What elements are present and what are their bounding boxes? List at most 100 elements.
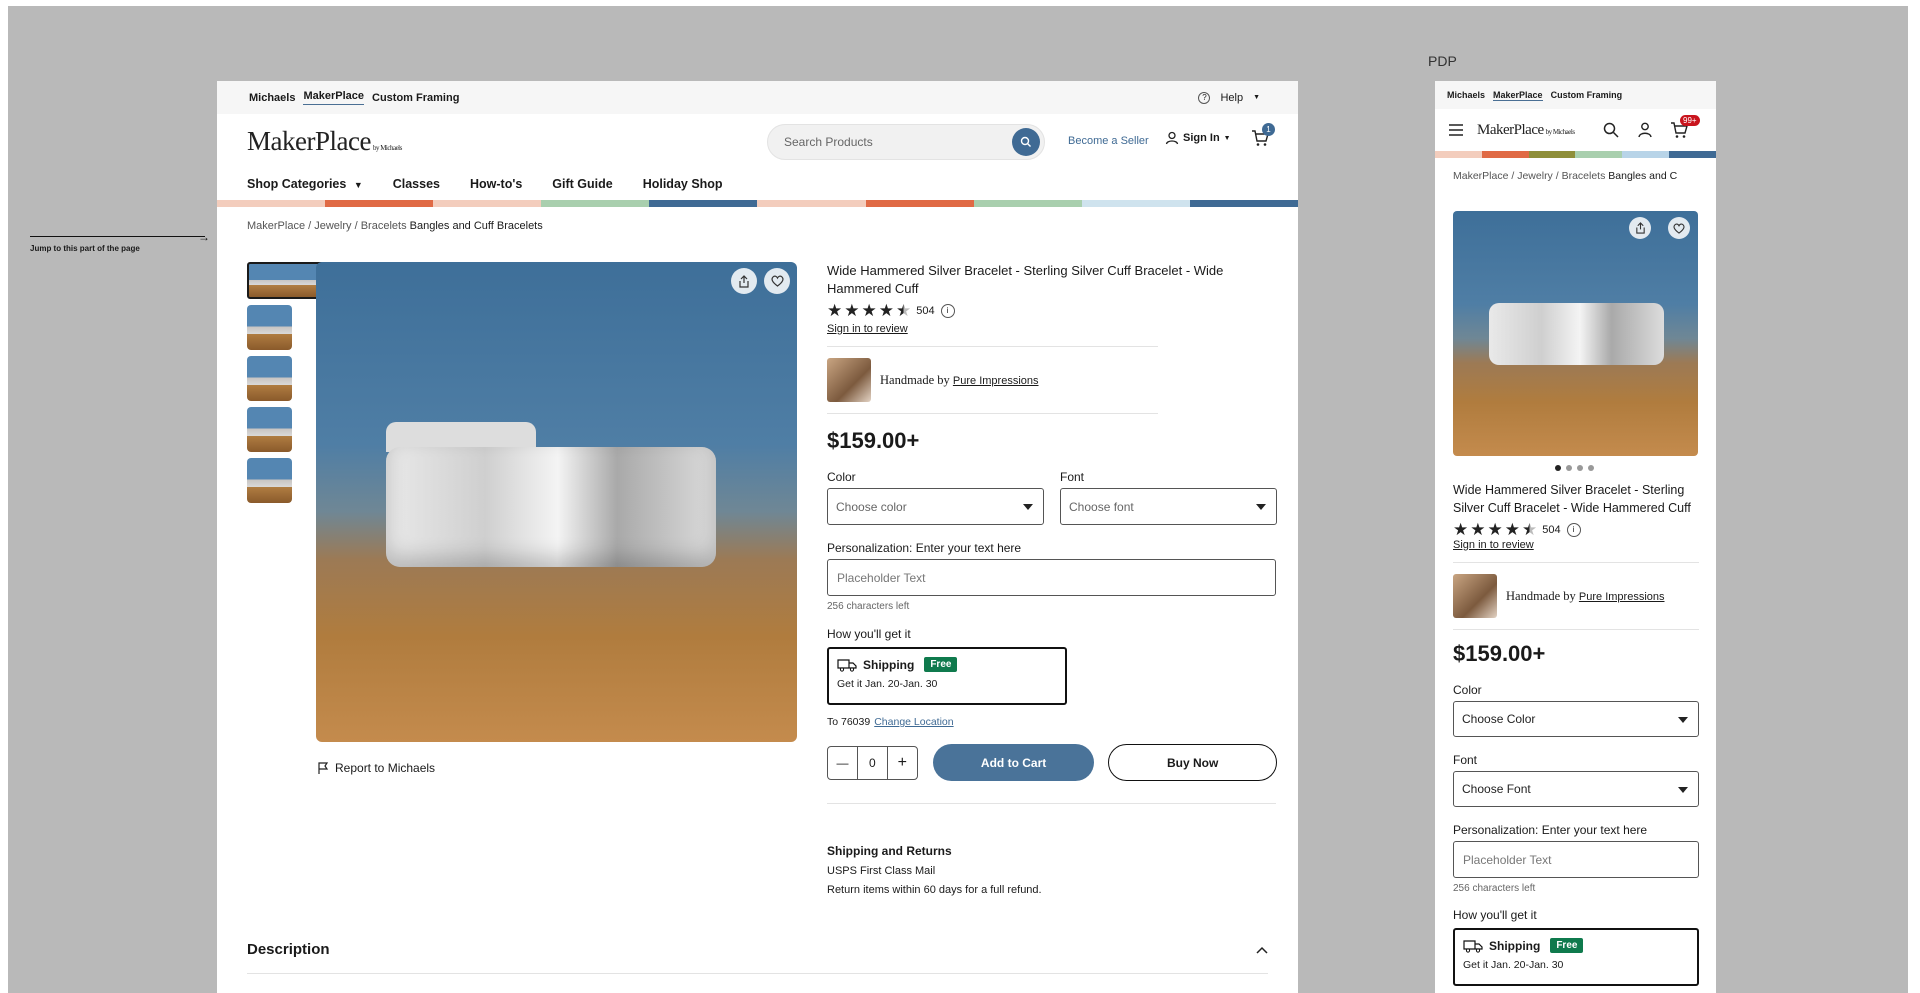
brand-color-bar [217,200,1298,207]
caret-down-icon [1256,504,1266,510]
hamburger-menu-icon[interactable] [1449,124,1463,136]
nav-how-tos[interactable]: How-to's [470,177,522,191]
thumbnail-3[interactable] [247,356,292,401]
favorite-button[interactable] [1668,217,1690,239]
mobile-header: MakerPlace by Michaels 99+ [1435,109,1716,151]
font-select[interactable]: Choose Font [1453,771,1699,807]
crumb-makerplace[interactable]: MakerPlace [1453,170,1508,182]
search-input[interactable]: Search Products [767,124,1045,160]
util-link-custom-framing[interactable]: Custom Framing [1551,90,1623,100]
help-label: Help [1220,91,1244,104]
product-main-image[interactable] [1453,211,1698,456]
shipping-returns-title: Shipping and Returns [827,844,952,858]
color-bar-segment [325,200,434,207]
sign-in-review-link[interactable]: Sign in to review [1453,539,1699,551]
half-star-icon: ★ [896,301,912,320]
color-bar-segment [541,200,650,207]
sign-in-menu[interactable]: Sign In ▼ [1165,131,1231,145]
color-bar-segment [433,200,542,207]
info-icon[interactable]: i [1566,522,1581,537]
search-icon[interactable] [1603,122,1619,138]
rating-row: ★ ★ ★ ★ ★ 504 i [1453,521,1699,538]
divider [1453,629,1699,630]
font-select[interactable]: Choose font [1060,488,1277,525]
nav-holiday-shop[interactable]: Holiday Shop [643,177,723,191]
divider [827,346,1158,347]
crumb-jewelry[interactable]: Jewelry [314,220,351,232]
share-button[interactable] [731,268,757,294]
thumbnail-5[interactable] [247,458,292,503]
divider [1453,562,1699,563]
user-icon[interactable] [1638,122,1652,138]
crumb-jewelry[interactable]: Jewelry [1517,170,1553,182]
plus-button[interactable]: + [888,747,917,779]
color-bar-segment [1575,151,1623,158]
util-link-michaels[interactable]: Michaels [249,92,295,104]
color-select[interactable]: Choose color [827,488,1044,525]
util-link-custom-framing[interactable]: Custom Framing [372,92,459,104]
description-accordion[interactable]: Description [247,941,1268,958]
seller-avatar[interactable] [827,358,871,402]
cuff-shape [386,447,716,567]
product-price: $159.00+ [1453,641,1546,666]
chars-left: 256 characters left [827,601,910,612]
nav-shop-categories[interactable]: Shop Categories ▼ [247,177,363,191]
seller-link[interactable]: Pure Impressions [1579,591,1665,603]
shipping-option[interactable]: Shipping Free Get it Jan. 20-Jan. 30 [1453,928,1699,986]
star-icon: ★ [1453,520,1469,539]
nav-classes[interactable]: Classes [393,177,440,191]
buy-now-button[interactable]: Buy Now [1108,744,1277,781]
how-get-label: How you'll get it [827,627,911,641]
color-select[interactable]: Choose Color [1453,701,1699,737]
cuff-shape [1489,303,1664,365]
util-link-michaels[interactable]: Michaels [1447,90,1485,100]
search-button[interactable] [1012,128,1040,156]
help-menu[interactable]: ? Help ▼ [1198,91,1268,104]
seller-link[interactable]: Pure Impressions [953,375,1039,387]
crumb-bracelets[interactable]: Bracelets [361,220,407,232]
util-link-makerplace[interactable]: MakerPlace [1493,90,1543,101]
util-link-makerplace[interactable]: MakerPlace [303,90,365,105]
info-icon[interactable]: i [940,303,955,318]
minus-button[interactable]: — [828,747,857,779]
search-placeholder: Search Products [784,135,873,149]
carousel-dot[interactable] [1555,465,1561,471]
product-main-image[interactable] [316,262,797,742]
nav-gift-guide[interactable]: Gift Guide [552,177,612,191]
sign-in-review-link[interactable]: Sign in to review [827,323,1277,335]
personalization-input[interactable]: Placeholder Text [1453,841,1699,878]
quantity-value[interactable]: 0 [856,746,888,779]
change-location-link[interactable]: Change Location [874,716,953,728]
cart-button[interactable]: 99+ [1670,115,1700,144]
color-label: Color [827,470,856,484]
crumb-bracelets[interactable]: Bracelets [1562,170,1606,182]
become-seller-link[interactable]: Become a Seller [1068,135,1149,147]
add-to-cart-button[interactable]: Add to Cart [932,744,1095,781]
carousel-dot[interactable] [1566,465,1572,471]
arrow-icon: → [198,230,210,244]
shipping-option[interactable]: Shipping Free Get it Jan. 20-Jan. 30 [827,647,1067,705]
cart-button[interactable]: 1 [1251,123,1275,152]
carousel-dot[interactable] [1588,465,1594,471]
crumb-makerplace[interactable]: MakerPlace [247,220,305,232]
personalization-input[interactable]: Placeholder Text [827,559,1276,596]
star-icon: ★ [1487,520,1503,539]
thumbnail-2[interactable] [247,305,292,350]
buy-row: — 0 + Add to Cart Buy Now [827,744,1277,781]
heart-icon [1673,222,1685,234]
star-icon: ★ [827,301,843,320]
thumbnail-4[interactable] [247,407,292,452]
free-badge: Free [924,657,958,672]
truck-icon [1463,939,1483,953]
makerplace-logo[interactable]: MakerPlace by Michaels [1477,122,1575,139]
makerplace-logo[interactable]: MakerPlace by Michaels [247,126,402,157]
share-button[interactable] [1629,217,1651,239]
how-get-label: How you'll get it [1453,908,1537,922]
crumb-current: Bangles and Cuff Bracelets [409,220,543,232]
report-link[interactable]: Report to Michaels [318,761,435,775]
share-icon [1635,222,1645,234]
seller-avatar[interactable] [1453,574,1497,618]
carousel-dot[interactable] [1577,465,1583,471]
shipping-returns: Shipping and Returns USPS First Class Ma… [827,842,1277,900]
favorite-button[interactable] [764,268,790,294]
